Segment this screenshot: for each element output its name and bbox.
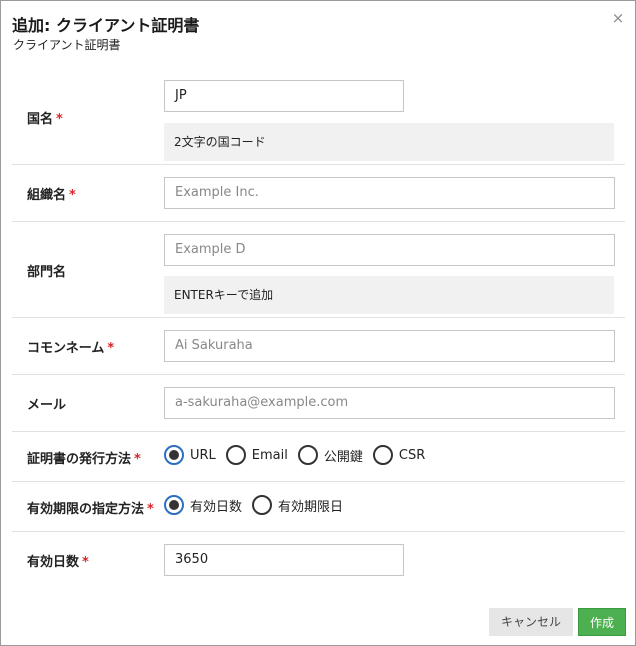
radio-selected-icon xyxy=(164,445,184,465)
department-hint: ENTERキーで追加 xyxy=(164,276,614,314)
add-client-certificate-dialog: 追加: クライアント証明書 クライアント証明書 × 国名 * JP 2文字の国コー… xyxy=(0,0,636,646)
valid-days-row: 有効日数 * 3650 xyxy=(12,531,625,591)
radio-unselected-icon xyxy=(297,445,318,465)
expiry-method-label: 有効期限の指定方法 * xyxy=(27,502,154,517)
common-name-row: コモンネーム * Ai Sakuraha xyxy=(12,317,625,375)
radio-expiry-date[interactable]: 有効期限日 xyxy=(252,495,343,515)
country-row: 国名 * JP 2文字の国コード xyxy=(12,67,625,165)
department-input[interactable]: Example D xyxy=(164,234,615,266)
close-icon[interactable]: × xyxy=(611,11,625,26)
required-mark: * xyxy=(134,452,141,467)
radio-public-key[interactable]: 公開鍵 xyxy=(297,445,363,465)
issue-method-radio-group: URL Email 公開鍵 CSR xyxy=(164,445,435,465)
email-label: メール xyxy=(27,398,67,413)
country-label: 国名 * xyxy=(27,112,63,127)
dialog-header: 追加: クライアント証明書 クライアント証明書 × xyxy=(1,1,635,61)
country-input[interactable]: JP xyxy=(164,80,404,112)
radio-url[interactable]: URL xyxy=(164,445,216,465)
expiry-method-row: 有効期限の指定方法 * 有効日数 有効期限日 xyxy=(12,481,625,532)
cancel-button[interactable]: キャンセル xyxy=(489,608,573,636)
valid-days-input[interactable]: 3650 xyxy=(164,544,404,576)
radio-unselected-icon xyxy=(225,445,246,465)
country-hint: 2文字の国コード xyxy=(164,123,614,161)
department-row: 部門名 Example D ENTERキーで追加 xyxy=(12,221,625,318)
email-input[interactable]: a-sakuraha@example.com xyxy=(164,387,615,419)
organization-input[interactable]: Example Inc. xyxy=(164,177,615,209)
radio-selected-icon xyxy=(164,495,184,515)
dialog-subtitle: クライアント証明書 xyxy=(13,38,121,52)
email-row: メール a-sakuraha@example.com xyxy=(12,374,625,432)
radio-unselected-icon xyxy=(372,445,393,465)
issue-method-row: 証明書の発行方法 * URL Email 公開鍵 CSR xyxy=(12,431,625,482)
required-mark: * xyxy=(69,188,76,203)
create-button[interactable]: 作成 xyxy=(578,608,626,636)
required-mark: * xyxy=(147,502,154,517)
dialog-title: 追加: クライアント証明書 xyxy=(12,16,200,35)
required-mark: * xyxy=(107,341,115,356)
issue-method-label: 証明書の発行方法 * xyxy=(27,452,141,467)
radio-email[interactable]: Email xyxy=(225,445,288,465)
organization-label: 組織名 * xyxy=(27,188,76,203)
organization-row: 組織名 * Example Inc. xyxy=(12,164,625,222)
radio-valid-days[interactable]: 有効日数 xyxy=(164,495,242,515)
common-name-input[interactable]: Ai Sakuraha xyxy=(164,330,615,362)
radio-csr[interactable]: CSR xyxy=(372,445,425,465)
radio-unselected-icon xyxy=(252,495,273,515)
common-name-label: コモンネーム * xyxy=(27,341,115,356)
valid-days-label: 有効日数 * xyxy=(27,555,89,570)
expiry-method-radio-group: 有効日数 有効期限日 xyxy=(164,495,353,515)
required-mark: * xyxy=(82,555,89,570)
department-label: 部門名 xyxy=(27,265,67,280)
required-mark: * xyxy=(56,112,63,127)
